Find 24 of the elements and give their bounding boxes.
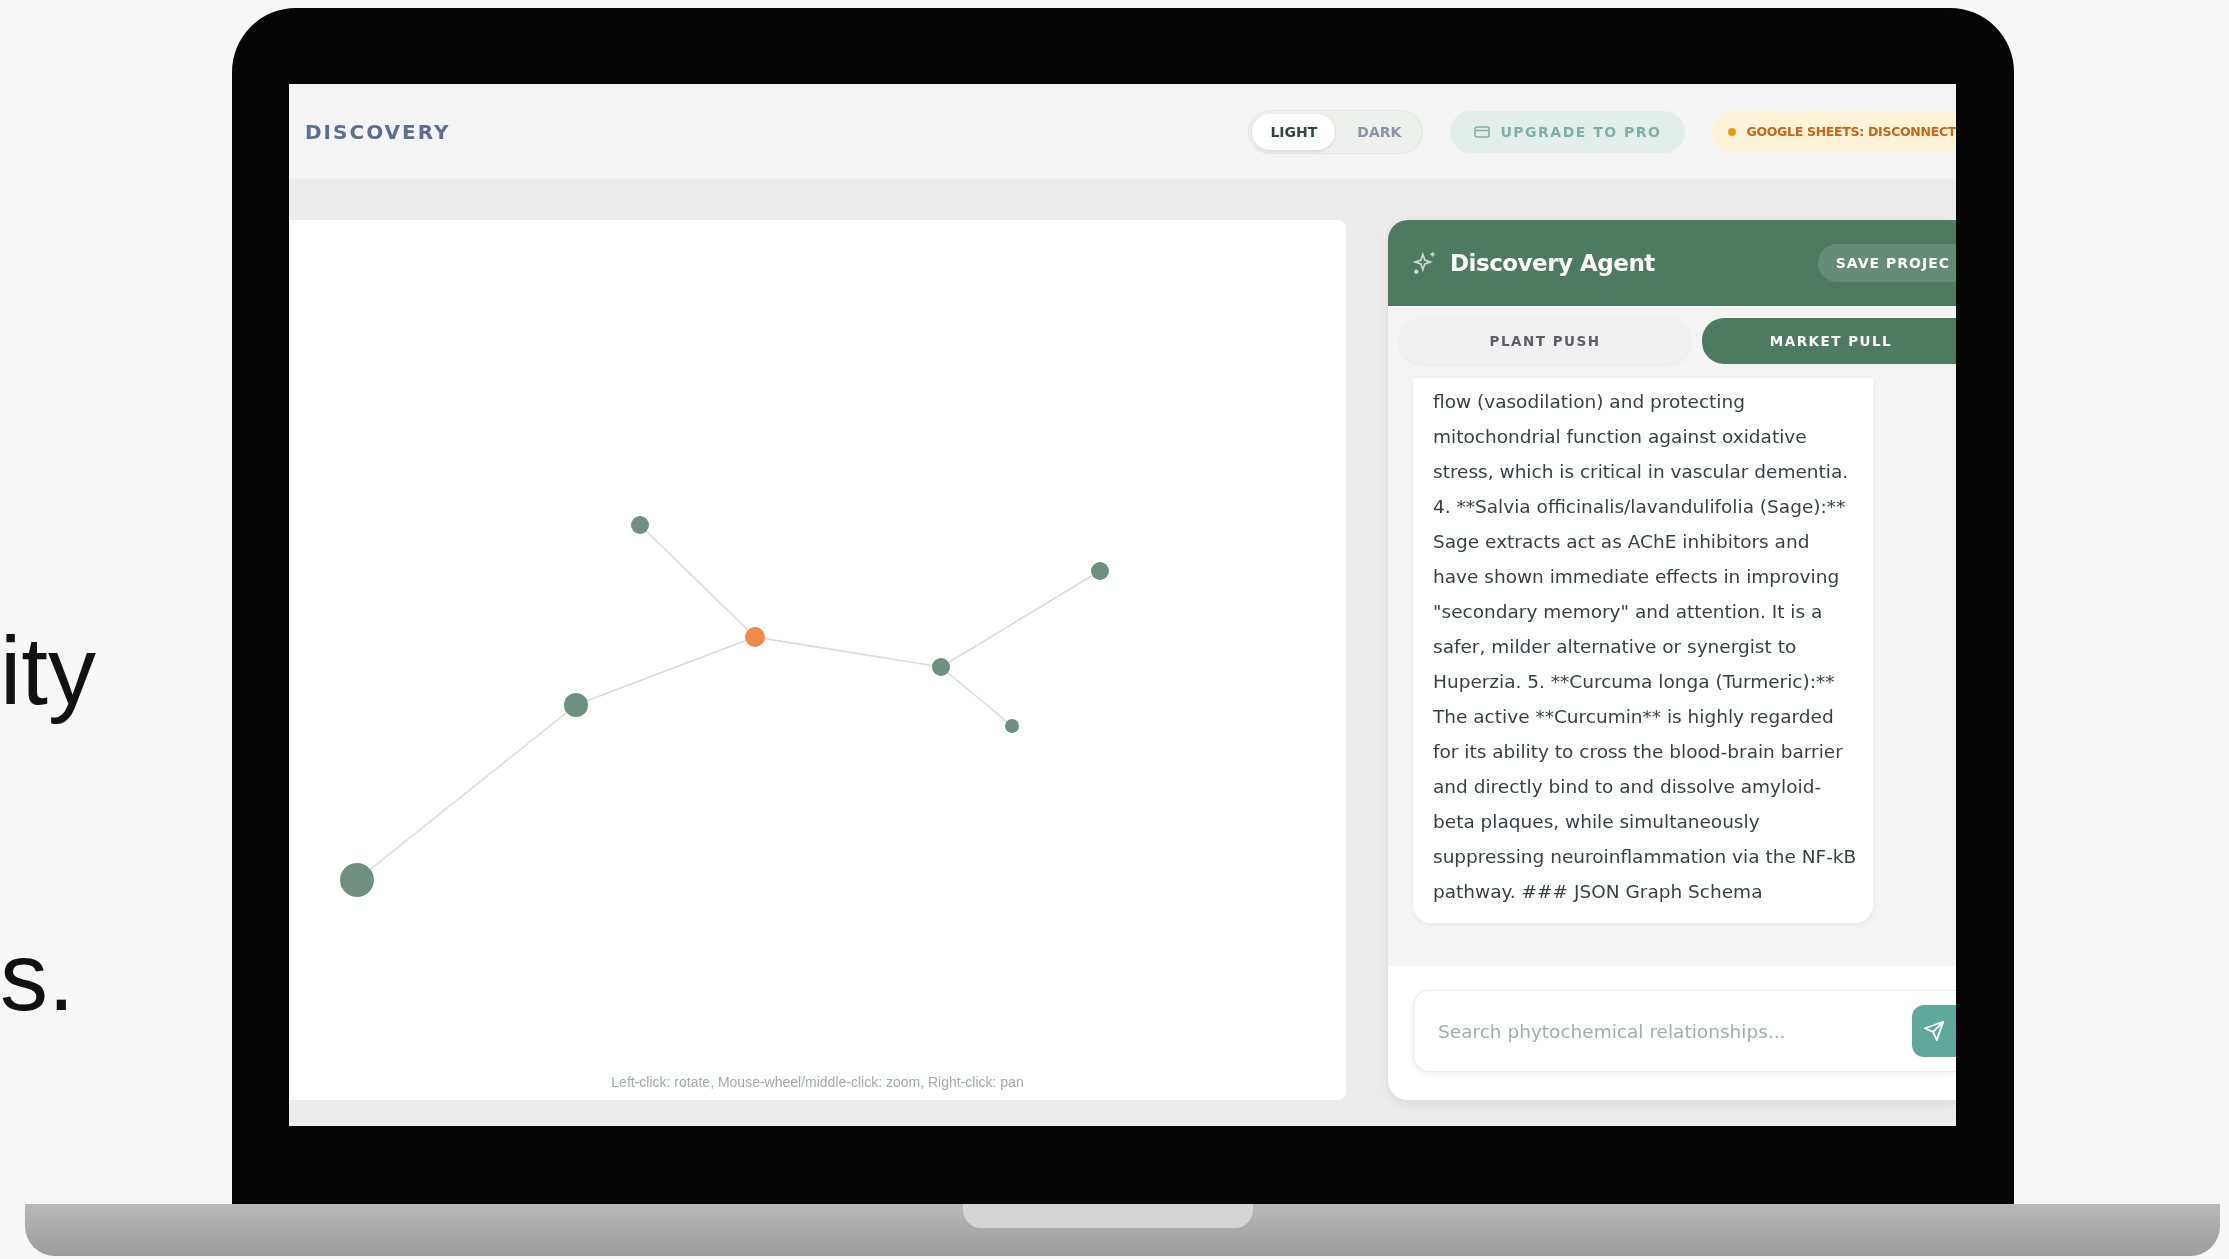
chat-message: flow (vasodilation) and protecting mitochondrial function against oxidative stress, which is critical in vascular dementia. 4. **Salvia officinalis/lavandulifolia (Sage):** Sage extracts act as AChE inhibitors and have shown immediate effects in improving "secondary memory" and attention. It is a safer, milder alternative or synergist to Huperzia. 5. **Curcuma longa (Turmeric):** The active **Curcumin** is highly regarded for its ability to cross the blood-brain barrier and directly bind to and dissolve amyloid-beta plaques, while simultaneously suppressing neuroinflammation via the NF-kB pathway. ### JSON Graph Schema — [1413, 378, 1873, 923]
slide-text: s. — [0, 923, 76, 1030]
theme-option[interactable]: DARK — [1339, 113, 1420, 150]
save-project-button[interactable]: SAVE PROJEC — [1817, 244, 1956, 282]
graph-node[interactable] — [340, 863, 374, 897]
sheets-status-text: GOOGLE SHEETS: DISCONNECT — [1746, 124, 1956, 139]
graph-node[interactable] — [564, 693, 588, 717]
send-button[interactable] — [1912, 1005, 1956, 1057]
card-icon — [1474, 125, 1491, 138]
graph-node[interactable] — [1005, 719, 1019, 733]
graph-node[interactable] — [631, 516, 649, 534]
agent-title: Discovery Agent — [1450, 250, 1655, 276]
theme-option[interactable]: LIGHT — [1252, 113, 1336, 150]
graph-node[interactable] — [932, 658, 950, 676]
slide-text: ity — [0, 618, 97, 724]
send-icon — [1923, 1020, 1945, 1042]
status-dot — [1728, 127, 1737, 136]
brand-title: DISCOVERY — [305, 119, 451, 144]
sparkle-icon — [1412, 250, 1438, 276]
mode-tab[interactable]: PLANT PUSH — [1400, 318, 1690, 364]
graph-node[interactable] — [745, 627, 765, 647]
mode-tab[interactable]: MARKET PULL — [1702, 318, 1956, 364]
graph-hint: Left-click: rotate, Mouse-wheel/middle-click: zoom, Right-click: pan — [610, 1074, 1025, 1092]
graph-node[interactable] — [1091, 562, 1109, 580]
